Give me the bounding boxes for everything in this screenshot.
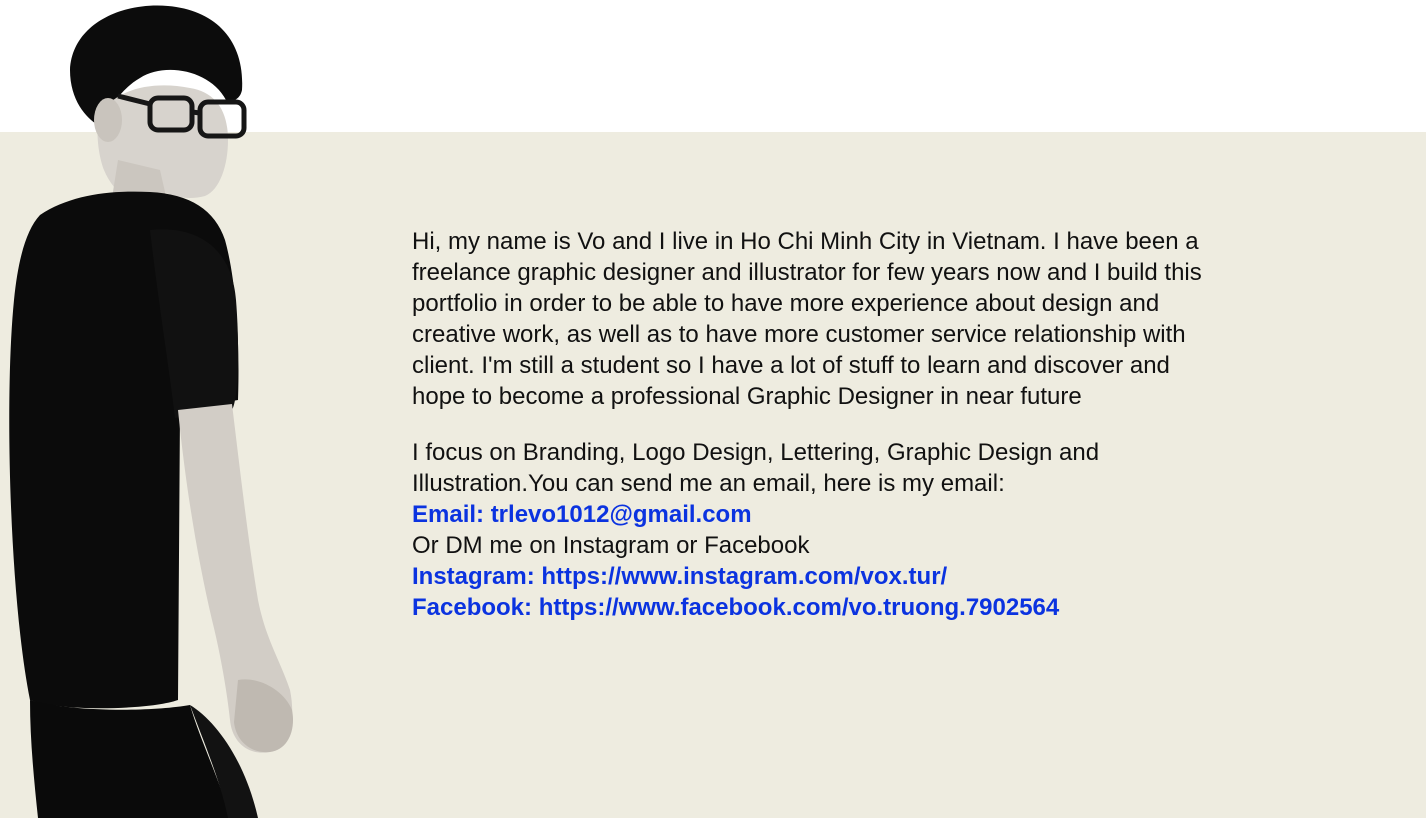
portrait-ear	[94, 98, 122, 142]
about-contact-paragraph: I focus on Branding, Logo Design, Letter…	[412, 437, 1212, 623]
facebook-link[interactable]: Facebook: https://www.facebook.com/vo.tr…	[412, 592, 1212, 623]
portrait-photo	[9, 5, 294, 818]
dm-text: Or DM me on Instagram or Facebook	[412, 532, 810, 559]
focus-text: I focus on Branding, Logo Design, Letter…	[412, 439, 1100, 497]
email-link[interactable]: Email: trlevo1012@gmail.com	[412, 499, 1212, 530]
about-text-block: Hi, my name is Vo and I live in Ho Chi M…	[412, 226, 1212, 623]
about-intro-paragraph: Hi, my name is Vo and I live in Ho Chi M…	[412, 228, 1202, 410]
instagram-link[interactable]: Instagram: https://www.instagram.com/vox…	[412, 561, 1212, 592]
